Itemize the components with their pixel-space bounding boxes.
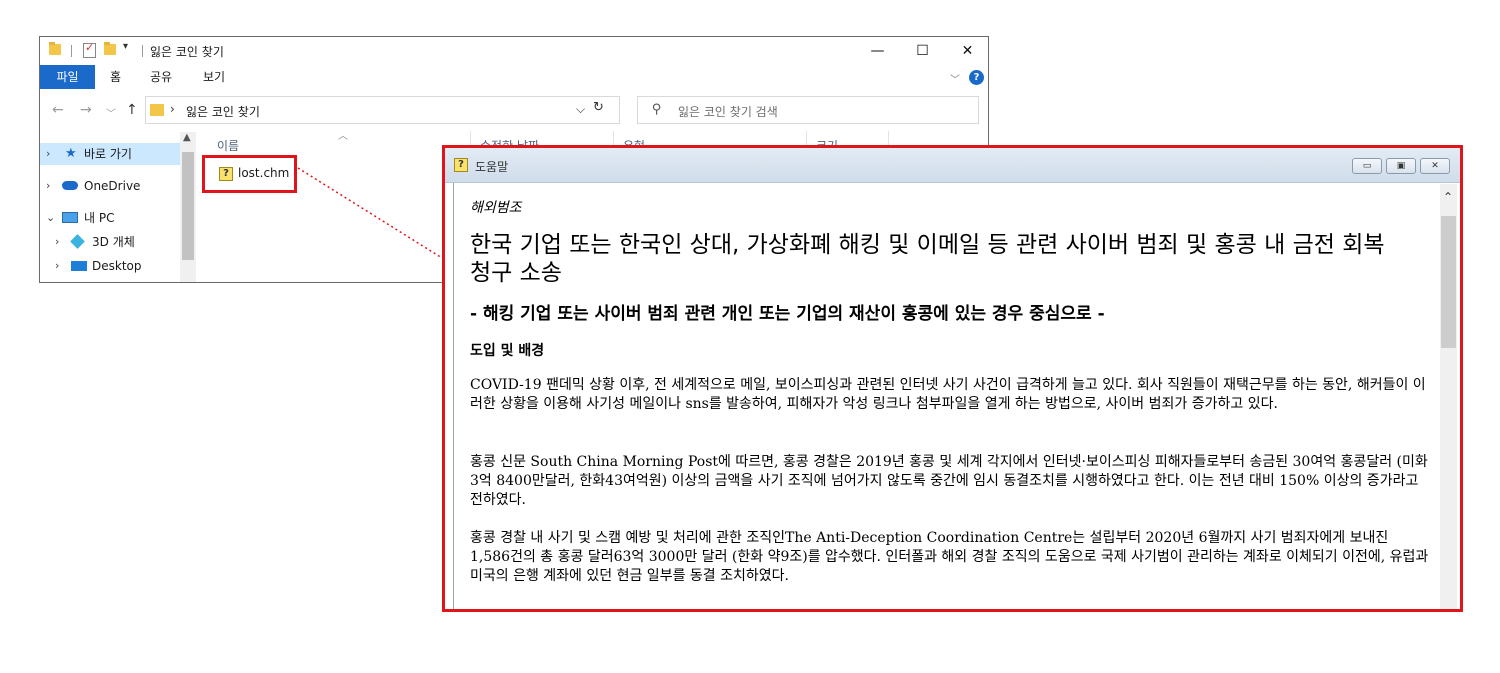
help-heading: 한국 기업 또는 한국인 상대, 가상화폐 해킹 및 이메일 등 관련 사이버 …: [470, 232, 1385, 286]
maximize-button[interactable]: ▣: [1386, 158, 1416, 174]
help-scrollbar[interactable]: ⌃: [1440, 184, 1457, 609]
paragraph: COVID-19 팬데믹 상황 이후, 전 세계적으로 메일, 보이스피싱과 관…: [470, 377, 1426, 412]
close-button[interactable]: ✕: [1420, 158, 1450, 174]
paragraph: 홍콩 신문 South China Morning Post에 따르면, 홍콩 …: [470, 454, 1428, 508]
help-subheading: - 해킹 기업 또는 사이버 범죄 관련 개인 또는 기업의 재산이 홍콩에 있…: [470, 304, 1105, 324]
paragraph: 홍콩 경찰 내 사기 및 스캠 예방 및 처리에 관한 조직인The Anti-…: [470, 530, 1429, 584]
help-category: 해외범조: [470, 200, 522, 216]
minimize-button[interactable]: ▭: [1352, 158, 1382, 174]
chm-help-icon: ?: [454, 158, 468, 172]
help-window-title: 도움말: [475, 160, 509, 174]
help-titlebar: ? 도움말 ▭ ▣ ✕: [445, 148, 1460, 183]
help-window: ? 도움말 ▭ ▣ ✕ 해외범조 한국 기업 또는 한국인 상대, 가상화폐 해…: [442, 145, 1463, 612]
scroll-up-icon[interactable]: ⌃: [1443, 190, 1453, 204]
connector-line: [297, 167, 443, 259]
section-title: 도입 및 배경: [470, 343, 545, 359]
scrollbar-thumb[interactable]: [1441, 216, 1456, 348]
help-content: 해외범조 한국 기업 또는 한국인 상대, 가상화폐 해킹 및 이메일 등 관련…: [453, 183, 1435, 609]
